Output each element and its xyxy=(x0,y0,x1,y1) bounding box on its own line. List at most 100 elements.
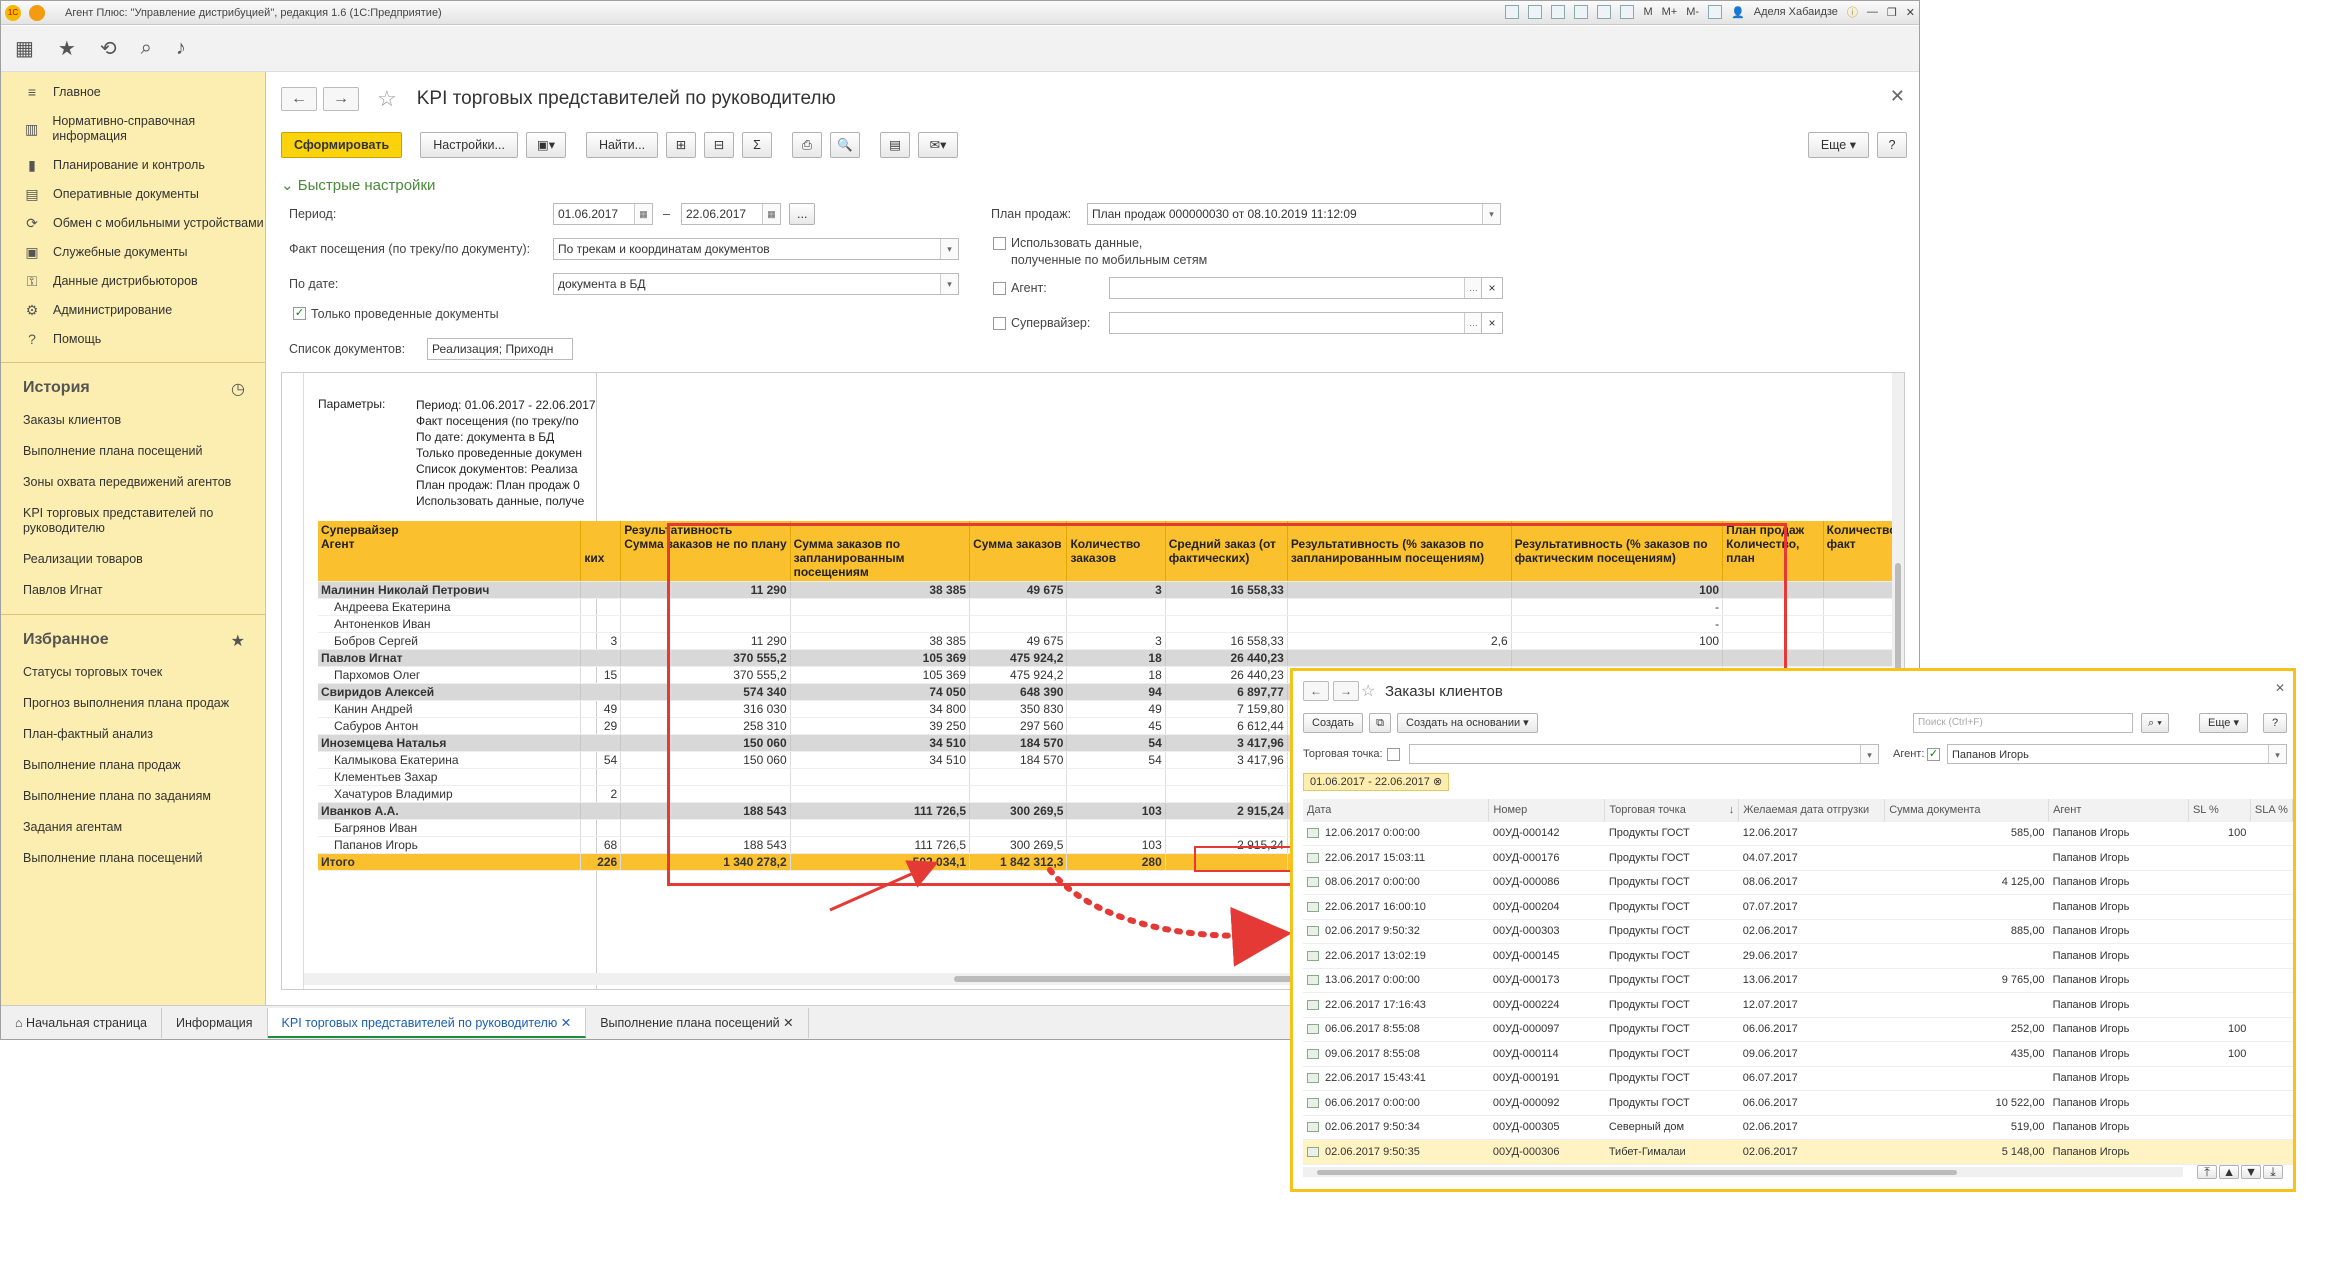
fact-select[interactable]: По трекам и координатам документов ▾ xyxy=(553,238,959,260)
history-clock-icon[interactable]: ◷ xyxy=(231,379,245,399)
preview-icon[interactable]: 🔍 xyxy=(830,132,861,158)
agent-checkbox[interactable] xyxy=(993,282,1006,295)
scroll-top-icon[interactable]: ⤒ xyxy=(2197,1165,2217,1179)
help-button[interactable]: ? xyxy=(2263,713,2287,733)
col-sla[interactable]: SLA % xyxy=(2250,799,2293,822)
order-row[interactable]: 22.06.2017 15:43:41 00УД-000191 Продукты Г… xyxy=(1303,1066,2293,1091)
order-row[interactable]: 02.06.2017 9:50:34 00УД-000305 Северный до… xyxy=(1303,1115,2293,1140)
history-link[interactable]: Павлов Игнат xyxy=(1,575,265,606)
favorite-link[interactable]: План-фактный анализ xyxy=(1,719,265,750)
tab-kpi[interactable]: KPI торговых представителей по руководит… xyxy=(267,1007,587,1038)
agent-field[interactable]: … xyxy=(1109,277,1483,299)
history-link[interactable]: Зоны охвата передвижений агентов xyxy=(1,467,265,498)
period-select-button[interactable]: ... xyxy=(789,203,816,225)
tab-info[interactable]: Информация xyxy=(162,1007,268,1038)
favorite-link[interactable]: Задания агентам xyxy=(1,812,265,843)
favorites-star-icon[interactable]: ★ xyxy=(58,36,76,61)
clear-icon[interactable]: × xyxy=(1481,277,1503,299)
sum-button[interactable]: Σ xyxy=(742,132,773,158)
favorites-star-icon[interactable]: ★ xyxy=(231,631,245,651)
save-icon[interactable]: ▤ xyxy=(880,132,911,158)
memory-button[interactable]: M xyxy=(1643,6,1652,18)
select-dots-icon[interactable]: … xyxy=(1464,278,1482,298)
col-sl[interactable]: SL % xyxy=(2188,799,2251,822)
search-input[interactable]: Поиск (Ctrl+F) xyxy=(1913,713,2133,733)
bell-icon[interactable]: ♪ xyxy=(176,37,186,60)
forward-button[interactable]: → xyxy=(323,87,359,111)
supervisor-field[interactable]: … xyxy=(1109,312,1483,334)
history-icon[interactable]: ⟲ xyxy=(100,36,117,61)
close-tab-icon[interactable]: ✕ xyxy=(783,1016,793,1030)
copy-icon[interactable]: ⧉ xyxy=(1369,713,1391,733)
supervisor-checkbox[interactable] xyxy=(993,317,1006,330)
agent-select[interactable]: Папанов Игорь ▾ xyxy=(1947,744,2287,764)
history-link[interactable]: Выполнение плана посещений xyxy=(1,436,265,467)
history-link[interactable]: Заказы клиентов xyxy=(1,405,265,436)
menu-icon[interactable] xyxy=(29,4,45,21)
quick-settings-toggle[interactable]: ⌄ Быстрые настройки xyxy=(281,176,435,194)
plan-select[interactable]: План продаж 000000030 от 08.10.2019 11:1… xyxy=(1087,203,1501,225)
print-icon[interactable] xyxy=(1528,5,1543,19)
outlet-field[interactable]: ▾ xyxy=(1409,744,1879,764)
calendar-icon[interactable]: ▦ xyxy=(634,204,652,224)
save-icon[interactable] xyxy=(1505,5,1520,19)
chevron-down-icon[interactable]: ▾ xyxy=(1482,204,1500,224)
memory-plus-button[interactable]: M+ xyxy=(1662,6,1678,18)
bydate-select[interactable]: документа в БД ▾ xyxy=(553,273,959,295)
favorite-link[interactable]: Выполнение плана посещений xyxy=(1,843,265,874)
select-dots-icon[interactable]: … xyxy=(1464,313,1482,333)
mail-icon[interactable]: ✉▾ xyxy=(918,132,959,158)
col-date[interactable]: Дата xyxy=(1303,799,1490,822)
scroll-up-icon[interactable]: ▲ xyxy=(2219,1165,2239,1179)
order-row[interactable]: 06.06.2017 8:55:08 00УД-000097 Продукты ГО… xyxy=(1303,1017,2293,1042)
favorite-star-icon[interactable]: ☆ xyxy=(1361,681,1375,701)
user-name[interactable]: Аделя Хабаидзе xyxy=(1754,6,1838,18)
order-row[interactable]: 02.06.2017 9:50:32 00УД-000303 Продукты ГО… xyxy=(1303,919,2293,944)
order-row[interactable]: 22.06.2017 17:16:43 00УД-000224 Продукты Г… xyxy=(1303,992,2293,1018)
outlet-checkbox[interactable] xyxy=(1387,748,1400,761)
tab-visits[interactable]: Выполнение плана посещений ✕ xyxy=(586,1007,809,1038)
scroll-bottom-icon[interactable]: ⤓ xyxy=(2263,1165,2283,1179)
sidebar-item-2[interactable]: ▮ Планирование и контроль xyxy=(1,151,265,180)
favorite-link[interactable]: Статусы торговых точек xyxy=(1,657,265,688)
window-icon[interactable] xyxy=(1708,5,1723,19)
create-button[interactable]: Создать xyxy=(1303,713,1363,733)
sidebar-item-4[interactable]: ⟳ Обмен с мобильными устройствами xyxy=(1,209,265,238)
preview-icon[interactable] xyxy=(1551,5,1566,19)
col-sum[interactable]: Сумма документа xyxy=(1884,799,2050,822)
sidebar-item-6[interactable]: ⚿ Данные дистрибьюторов xyxy=(1,267,265,296)
download-icon[interactable] xyxy=(1574,5,1589,19)
col-outlet[interactable]: Торговая точка ↓ xyxy=(1604,799,1740,822)
minimize-icon[interactable]: — xyxy=(1867,6,1878,18)
history-link[interactable]: Реализации товаров xyxy=(1,544,265,575)
variant-dropdown-icon[interactable]: ▣▾ xyxy=(525,132,566,158)
order-row[interactable]: 22.06.2017 16:00:10 00УД-000204 Продукты Г… xyxy=(1303,894,2293,920)
generate-button[interactable]: Сформировать xyxy=(281,132,403,158)
search-icon[interactable]: ⌕ xyxy=(141,37,152,60)
only-posted-checkbox[interactable]: ✓ xyxy=(293,307,306,320)
order-row[interactable]: 22.06.2017 15:03:11 00УД-000176 Продукты Г… xyxy=(1303,845,2293,871)
sidebar-item-0[interactable]: ≡ Главное xyxy=(1,78,265,107)
back-button[interactable]: ← xyxy=(281,87,317,111)
scroll-down-icon[interactable]: ▼ xyxy=(2241,1165,2261,1179)
chevron-down-icon[interactable]: ▾ xyxy=(940,274,958,294)
clear-icon[interactable]: × xyxy=(1481,312,1503,334)
order-row[interactable]: 06.06.2017 0:00:00 00УД-000092 Продукты ГО… xyxy=(1303,1090,2293,1116)
clear-filter-icon[interactable]: ⊗ xyxy=(1433,776,1442,788)
restore-icon[interactable]: ❐ xyxy=(1887,6,1897,19)
collapse-icon[interactable]: ⊟ xyxy=(704,132,735,158)
period-filter-badge[interactable]: 01.06.2017 - 22.06.2017 ⊗ xyxy=(1303,773,1450,791)
back-button[interactable]: ← xyxy=(1303,681,1329,701)
order-row[interactable]: 13.06.2017 0:00:00 00УД-000173 Продукты ГО… xyxy=(1303,968,2293,993)
close-tab-icon[interactable]: ✕ xyxy=(561,1016,571,1030)
close-icon[interactable]: ✕ xyxy=(1906,6,1915,19)
forward-button[interactable]: → xyxy=(1333,681,1359,701)
more-button[interactable]: Еще ▾ xyxy=(2199,713,2248,733)
find-button[interactable]: Найти... xyxy=(585,132,659,158)
order-row[interactable]: 22.06.2017 13:02:19 00УД-000145 Продукты Г… xyxy=(1303,943,2293,969)
doclist-field[interactable]: Реализация; Приходн xyxy=(427,338,573,360)
favorite-link[interactable]: Прогноз выполнения плана продаж xyxy=(1,688,265,719)
calendar-icon[interactable]: ▦ xyxy=(762,204,780,224)
chevron-down-icon[interactable]: ▾ xyxy=(940,239,958,259)
sidebar-item-3[interactable]: ▤ Оперативные документы xyxy=(1,180,265,209)
